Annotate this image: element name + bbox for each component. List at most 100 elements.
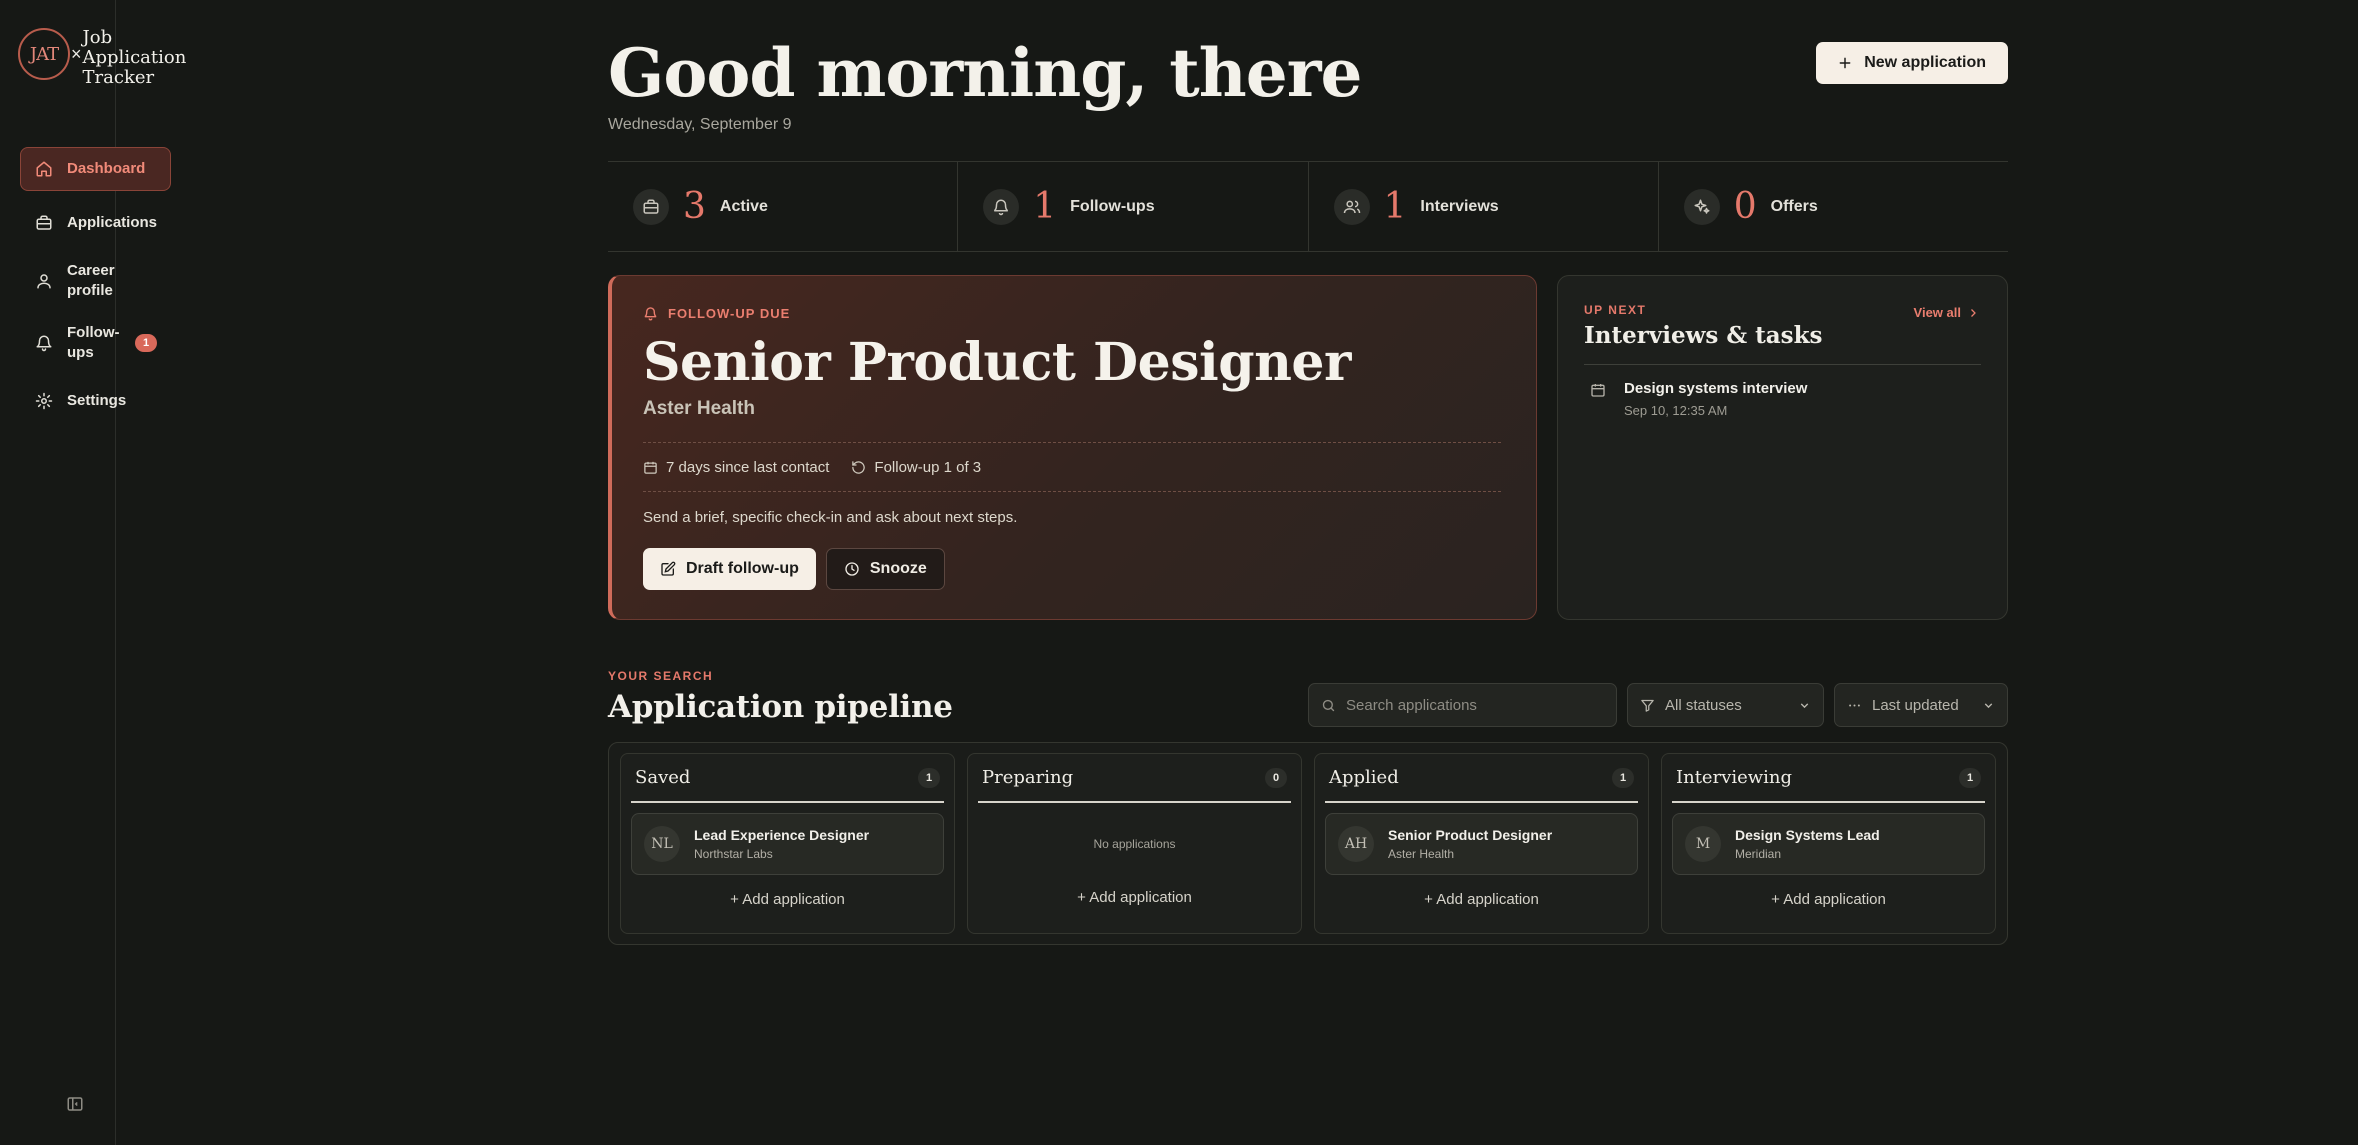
application-card[interactable]: M Design Systems Lead Meridian: [1672, 813, 1985, 875]
stat-value: 1: [1383, 185, 1407, 227]
page-title: Good morning, there: [608, 34, 1363, 112]
stat-label: Interviews: [1420, 197, 1499, 215]
up-next-item-time: Sep 10, 12:35 AM: [1624, 403, 1728, 418]
history-icon: [852, 461, 866, 474]
follow-up-meta: 7 days since last contact Follow-up 1 of…: [643, 459, 981, 476]
stat-active[interactable]: 3 Active: [608, 162, 959, 251]
application-card[interactable]: AH Senior Product Designer Aster Health: [1325, 813, 1638, 875]
snooze-button[interactable]: Snooze: [825, 548, 945, 590]
draft-follow-up-button[interactable]: Draft follow-up: [643, 548, 816, 590]
column-interviewing: Interviewing 1 M Design Systems Lead Mer…: [1661, 753, 1996, 934]
application-company: Northstar Labs: [694, 847, 773, 861]
up-next-item-title: Design systems interview: [1624, 380, 1808, 397]
gear-icon: [35, 392, 53, 410]
sidebar-nav: Dashboard Applications Career profile Fo…: [20, 147, 171, 433]
calendar-icon: [1591, 384, 1605, 397]
bell-icon: [983, 188, 1020, 225]
column-preparing: Preparing 0 No applications + Add applic…: [967, 753, 1302, 934]
follow-up-count-label: Follow-up 1 of 3: [874, 459, 982, 476]
briefcase-icon: [633, 188, 669, 225]
stat-label: Active: [719, 197, 768, 215]
pipeline-board: Saved 1 NL Lead Experience Designer Nort…: [608, 742, 2008, 945]
brand-separator: ×: [71, 44, 82, 64]
sparkle-icon: [1683, 188, 1720, 225]
plus-icon: [1839, 57, 1851, 69]
sidebar-item-label: Career profile: [67, 262, 115, 299]
up-next-panel: UP NEXT Interviews & tasks View all Desi…: [1557, 275, 2008, 620]
search-field[interactable]: [1308, 683, 1617, 727]
stat-follow-ups[interactable]: 1 Follow-ups: [958, 162, 1309, 251]
edit-icon: [661, 561, 676, 576]
column-header: Saved 1: [631, 754, 944, 803]
home-icon: [36, 161, 52, 177]
add-application-label: Add application: [742, 891, 845, 908]
column-header: Interviewing 1: [1672, 754, 1985, 803]
brand[interactable]: JAT × Job Application Tracker: [18, 28, 186, 88]
column-count: 1: [1612, 767, 1634, 788]
sidebar-collapse-icon[interactable]: [66, 1095, 84, 1113]
calendar-icon: [644, 461, 657, 474]
column-count: 1: [1959, 767, 1981, 788]
status-filter-select[interactable]: All statuses: [1627, 683, 1824, 727]
new-application-label: New application: [1864, 54, 1986, 71]
follow-up-tag-label: FOLLOW-UP DUE: [668, 306, 791, 321]
up-next-item[interactable]: Design systems interview Sep 10, 12:35 A…: [1590, 380, 1807, 418]
column-count: 0: [1265, 767, 1287, 788]
view-all-label: View all: [1913, 305, 1961, 320]
follow-up-actions: Draft follow-up Snooze: [643, 548, 945, 590]
follow-ups-badge: 1: [135, 334, 157, 352]
view-all-link[interactable]: View all: [1914, 305, 1979, 320]
stat-interviews[interactable]: 1 Interviews: [1309, 162, 1659, 251]
sidebar-item-dashboard[interactable]: Dashboard: [20, 147, 171, 191]
add-application-label: Add application: [1089, 889, 1192, 906]
add-application-button[interactable]: + Add application: [978, 889, 1291, 906]
application-company: Meridian: [1735, 847, 1782, 861]
add-application-label: Add application: [1783, 891, 1886, 908]
follow-up-company: Aster Health: [643, 398, 755, 419]
sort-select[interactable]: Last updated: [1834, 683, 2008, 727]
add-application-button[interactable]: + Add application: [1672, 891, 1985, 908]
application-title: Lead Experience Designer: [694, 827, 870, 843]
pipeline-kicker: YOUR SEARCH: [608, 669, 714, 683]
up-next-title: Interviews & tasks: [1584, 322, 1823, 349]
follow-up-count: Follow-up 1 of 3: [851, 459, 981, 476]
follow-up-card: FOLLOW-UP DUE Senior Product Designer As…: [608, 275, 1537, 620]
users-icon: [1333, 188, 1370, 225]
application-card[interactable]: NL Lead Experience Designer Northstar La…: [631, 813, 944, 875]
add-application-label: Add application: [1436, 891, 1539, 908]
avatar: M: [1685, 826, 1721, 862]
empty-state: No applications: [1093, 837, 1176, 851]
application-company: Aster Health: [1388, 847, 1455, 861]
follow-up-job-title: Senior Product Designer: [643, 332, 1351, 393]
application-title: Senior Product Designer: [1388, 827, 1553, 843]
column-header: Preparing 0: [978, 754, 1291, 803]
stat-label: Follow-ups: [1070, 197, 1155, 215]
days-since-label: 7 days since last contact: [666, 459, 830, 476]
pipeline-title: Application pipeline: [608, 689, 953, 725]
sidebar: JAT × Job Application Tracker Dashboard …: [0, 0, 186, 1145]
sidebar-item-career-profile[interactable]: Career profile: [20, 255, 171, 307]
clock-icon: [845, 562, 859, 576]
chevron-right-icon: [1971, 308, 1976, 317]
sidebar-item-label: Follow-ups: [67, 324, 120, 361]
days-since-contact: 7 days since last contact: [643, 459, 829, 476]
stat-offers[interactable]: 0 Offers: [1659, 162, 2008, 251]
new-application-button[interactable]: New application: [1816, 42, 2008, 84]
sidebar-item-settings[interactable]: Settings: [20, 379, 171, 423]
snooze-label: Snooze: [869, 560, 927, 577]
add-application-button[interactable]: + Add application: [631, 891, 944, 908]
brand-name: Job Application Tracker: [82, 27, 187, 88]
stat-value: 3: [683, 185, 706, 227]
application-title: Design Systems Lead: [1735, 827, 1880, 843]
sidebar-item-follow-ups[interactable]: Follow-ups 1: [20, 317, 171, 369]
search-input[interactable]: [1346, 696, 1606, 714]
chevron-down-icon: [1984, 702, 1993, 708]
add-application-button[interactable]: + Add application: [1325, 891, 1638, 908]
briefcase-icon: [36, 215, 52, 230]
column-header: Applied 1: [1325, 754, 1638, 803]
sidebar-item-applications[interactable]: Applications: [20, 201, 171, 245]
divider: [643, 442, 1501, 443]
column-name: Saved: [635, 767, 691, 788]
status-filter-value: All statuses: [1665, 696, 1742, 714]
filter-icon: [1641, 699, 1654, 712]
